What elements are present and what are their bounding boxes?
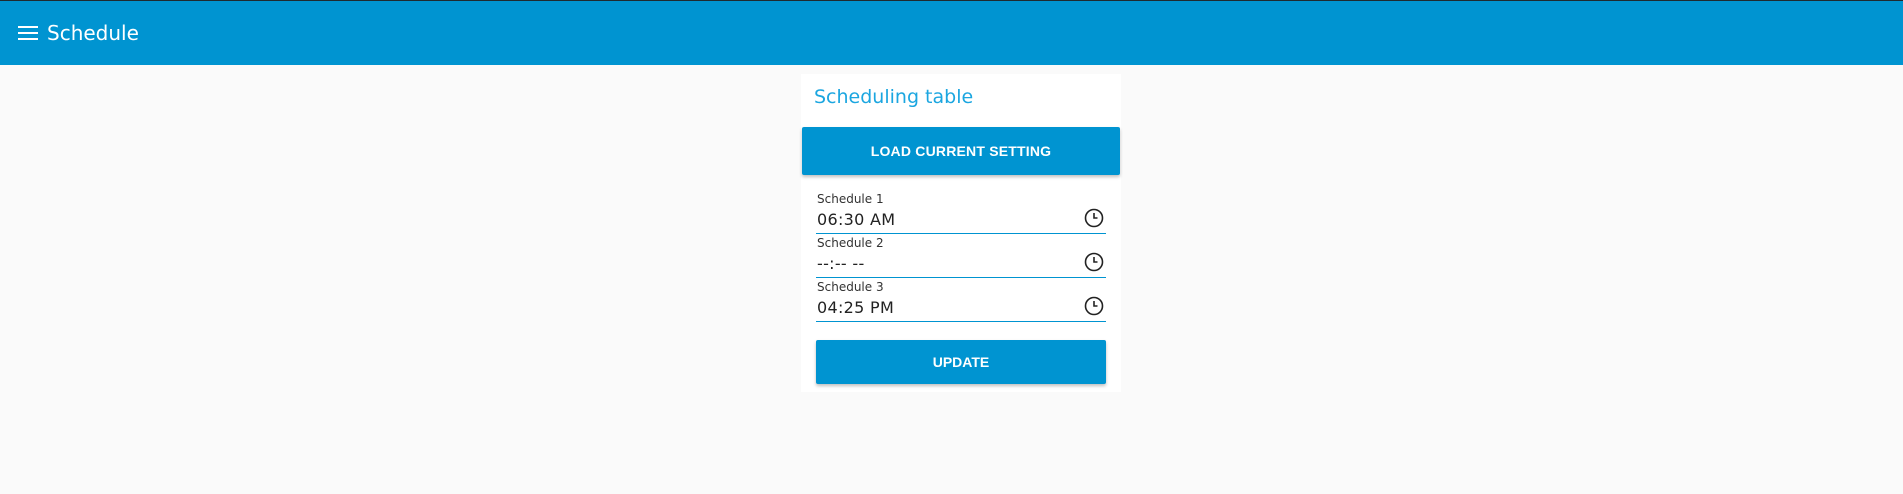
schedule-2-label: Schedule 2	[817, 236, 884, 250]
update-button[interactable]: UPDATE	[816, 340, 1106, 384]
schedule-1-field[interactable]: Schedule 1 06:30 AM	[816, 190, 1106, 234]
schedule-1-label: Schedule 1	[817, 192, 884, 206]
load-current-setting-button[interactable]: LOAD CURRENT SETTING	[802, 127, 1120, 175]
app-title: Schedule	[47, 21, 139, 45]
clock-icon[interactable]	[1084, 296, 1104, 316]
scheduling-card: Scheduling table LOAD CURRENT SETTING Sc…	[801, 74, 1121, 392]
hamburger-menu-icon[interactable]	[17, 22, 39, 44]
clock-icon[interactable]	[1084, 208, 1104, 228]
schedule-3-input[interactable]: 04:25 PM	[817, 298, 894, 317]
app-header: Schedule	[0, 0, 1903, 65]
schedule-3-field[interactable]: Schedule 3 04:25 PM	[816, 278, 1106, 322]
schedule-1-input[interactable]: 06:30 AM	[817, 210, 895, 229]
card-title: Scheduling table	[814, 86, 974, 108]
schedule-3-label: Schedule 3	[817, 280, 884, 294]
schedule-2-input[interactable]: --:-- --	[817, 254, 865, 273]
schedule-2-field[interactable]: Schedule 2 --:-- --	[816, 234, 1106, 278]
clock-icon[interactable]	[1084, 252, 1104, 272]
